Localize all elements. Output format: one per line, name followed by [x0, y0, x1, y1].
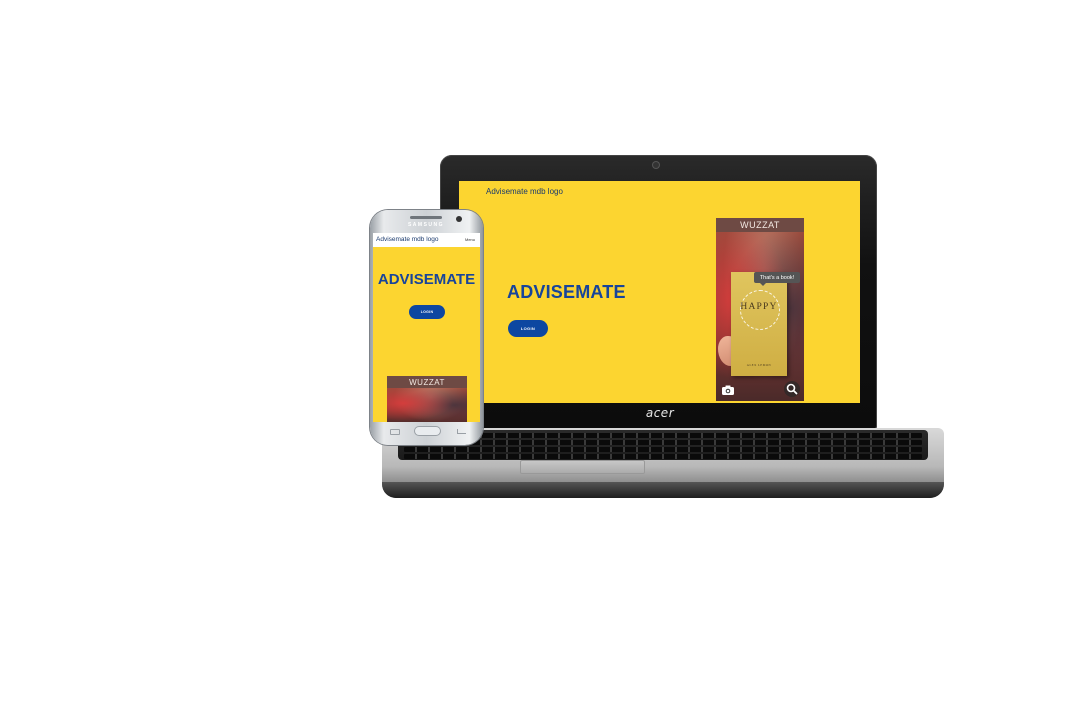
site-logo[interactable]: Advisemate mdb logo	[486, 187, 563, 196]
laptop-front-edge	[382, 482, 944, 498]
hero-heading: ADVISEMATE	[507, 282, 626, 302]
app-title: WUZZAT	[387, 376, 467, 388]
menu-button[interactable]: Menu	[465, 237, 475, 242]
laptop-brand-logo: acer	[645, 406, 675, 420]
recent-apps-key-icon	[457, 429, 466, 434]
phone-camera-icon	[456, 216, 462, 222]
webcam-icon	[653, 162, 659, 168]
laptop-screen: Advisemate mdb logo ADVISEMATE LOGIN WUZ…	[459, 181, 860, 403]
detection-bubble: That's a book!	[754, 272, 800, 286]
app-screenshot: WUZZAT HAPPY ALEX LEMON That's a book!	[716, 218, 804, 401]
site-logo[interactable]: Advisemate mdb logo	[376, 236, 439, 243]
app-title: WUZZAT	[716, 218, 804, 232]
login-button[interactable]: LOGIN	[508, 320, 548, 337]
hero-heading: ADVISEMATE	[377, 271, 476, 288]
touchpad	[520, 460, 645, 474]
book-author: ALEX LEMON	[746, 363, 772, 367]
book-title: HAPPY	[740, 302, 778, 312]
login-button[interactable]: LOGIN	[409, 305, 445, 319]
back-key-icon	[390, 429, 400, 435]
phone-speaker	[410, 216, 442, 219]
camera-icon[interactable]	[721, 383, 735, 397]
search-icon[interactable]	[784, 381, 800, 397]
book-image: HAPPY ALEX LEMON	[731, 272, 787, 376]
phone-brand-logo: SAMSUNG	[407, 222, 445, 228]
home-button	[415, 427, 440, 435]
phone-screen: Advisemate mdb logo Menu ADVISEMATE LOGI…	[373, 233, 480, 422]
app-photo	[387, 388, 467, 422]
mobile-navbar: Advisemate mdb logo Menu	[373, 233, 480, 247]
app-screenshot: WUZZAT	[387, 376, 467, 422]
